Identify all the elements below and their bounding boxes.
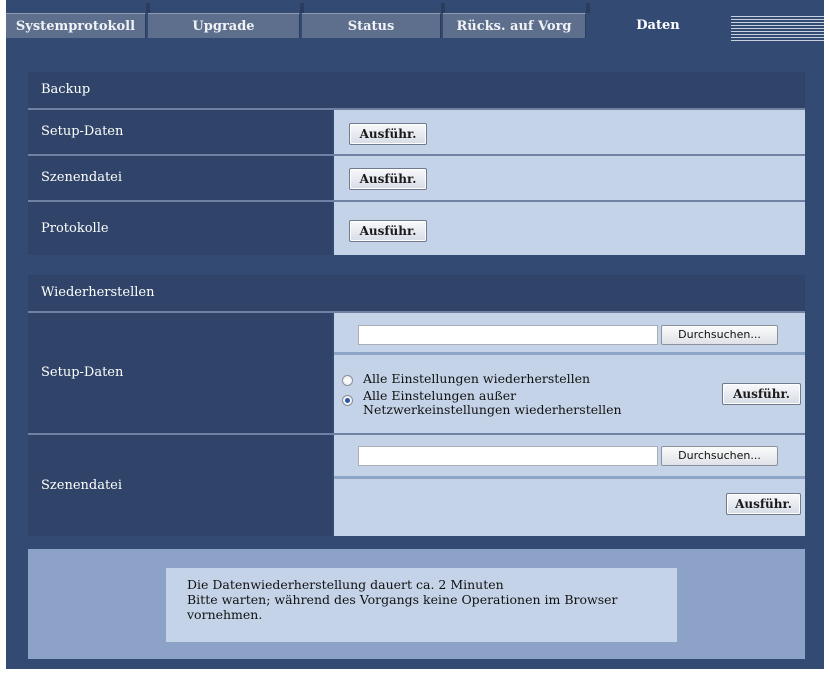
decorative-stripes <box>731 16 824 42</box>
tab-divider <box>300 3 304 13</box>
backup-setup-execute-button[interactable]: Ausführ. <box>349 123 427 145</box>
backup-title: Backup <box>28 72 805 108</box>
divider <box>334 352 805 355</box>
restore-title: Wiederherstellen <box>28 275 805 311</box>
restore-scene-file-input[interactable] <box>358 446 658 466</box>
restore-except-network-label: Alle Einstelungen außer Netzwerkeinstell… <box>363 388 622 417</box>
backup-scene-label: Szenendatei <box>28 156 332 200</box>
backup-setup-label: Setup-Daten <box>28 110 332 154</box>
tab-reset-defaults[interactable]: Rücks. auf Vorg <box>443 13 586 38</box>
backup-section: Backup Setup-Daten Ausführ. Szenendatei … <box>28 72 805 255</box>
restore-setup-browse-button[interactable]: Durchsuchen... <box>661 325 778 345</box>
restore-setup-file-input[interactable] <box>358 325 658 345</box>
restore-except-network-radio[interactable] <box>342 395 353 406</box>
divider <box>334 476 805 479</box>
backup-logs-label: Protokolle <box>28 202 332 255</box>
tab-divider <box>586 3 590 13</box>
tab-upgrade[interactable]: Upgrade <box>148 13 300 38</box>
backup-scene-value: Ausführ. <box>334 156 805 200</box>
notice-line-2: Bitte warten; während des Vorgangs keine… <box>187 592 622 622</box>
restore-section: Wiederherstellen Setup-Daten Durchsuchen… <box>28 275 805 536</box>
restore-scene-browse-button[interactable]: Durchsuchen... <box>661 446 778 466</box>
settings-frame: Systemprotokoll Upgrade Status Rücks. au… <box>6 0 824 669</box>
notice-panel: Die Datenwiederherstellung dauert ca. 2 … <box>28 549 805 659</box>
tab-divider <box>146 3 150 13</box>
restore-setup-value: Durchsuchen... Alle Einstellungen wieder… <box>334 313 805 433</box>
tab-divider <box>441 3 445 13</box>
backup-scene-execute-button[interactable]: Ausführ. <box>349 168 427 190</box>
restore-scene-label: Szenendatei <box>28 435 332 536</box>
restore-all-radio[interactable] <box>342 375 353 386</box>
backup-logs-execute-button[interactable]: Ausführ. <box>349 220 427 242</box>
tab-status[interactable]: Status <box>302 13 441 38</box>
restore-setup-execute-button[interactable]: Ausführ. <box>722 383 801 405</box>
notice-line-1: Die Datenwiederherstellung dauert ca. 2 … <box>187 577 504 592</box>
backup-logs-value: Ausführ. <box>334 202 805 255</box>
backup-setup-value: Ausführ. <box>334 110 805 154</box>
tab-systemprotokoll[interactable]: Systemprotokoll <box>6 13 146 38</box>
notice-box: Die Datenwiederherstellung dauert ca. 2 … <box>166 568 677 642</box>
restore-scene-value: Durchsuchen... Ausführ. <box>334 435 805 536</box>
restore-all-label: Alle Einstellungen wiederherstellen <box>363 371 591 386</box>
tab-daten[interactable]: Daten <box>588 7 728 38</box>
tab-bar: Systemprotokoll Upgrade Status Rücks. au… <box>6 3 824 42</box>
restore-setup-label: Setup-Daten <box>28 313 332 433</box>
restore-scene-execute-button[interactable]: Ausführ. <box>726 493 801 515</box>
